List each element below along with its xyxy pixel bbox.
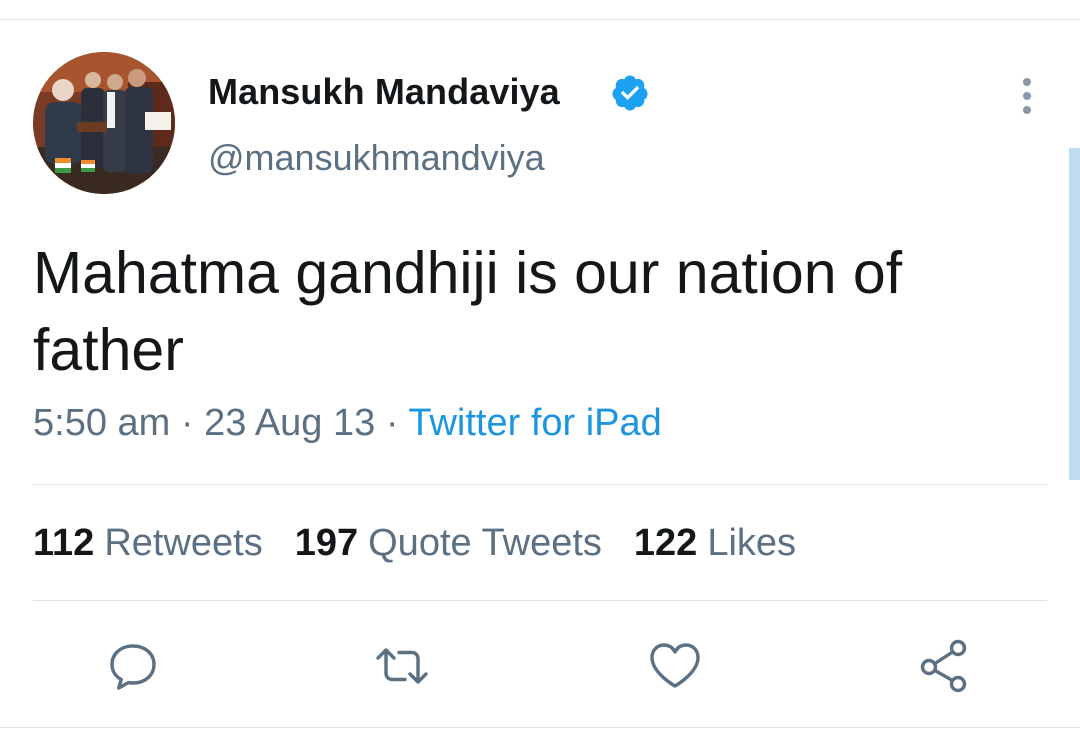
more-vertical-icon[interactable] (1010, 74, 1044, 118)
tweet-time[interactable]: 5:50 am (33, 402, 170, 444)
meta-separator: · (180, 402, 194, 444)
reply-icon[interactable] (103, 636, 163, 696)
quote-tweets-label: Quote Tweets (368, 522, 602, 564)
retweet-icon[interactable] (372, 636, 432, 696)
quote-tweets-count: 197 (294, 522, 359, 564)
top-divider (0, 19, 1080, 20)
share-icon[interactable] (914, 636, 974, 696)
verified-badge-icon (612, 75, 648, 111)
retweets-stat[interactable]: 112 Retweets (33, 522, 263, 565)
stats-divider (33, 600, 1047, 601)
avatar[interactable] (33, 52, 175, 194)
display-name[interactable]: Mansukh Mandaviya (208, 71, 560, 113)
bottom-divider (0, 727, 1080, 728)
retweets-label: Retweets (104, 522, 263, 564)
scrollbar[interactable] (1069, 148, 1080, 480)
engagement-stats: 112 Retweets 197 Quote Tweets 122 Likes (33, 522, 796, 565)
tweet-source-link[interactable]: Twitter for iPad (408, 402, 661, 444)
tweet-meta: 5:50 am · 23 Aug 13 · Twitter for iPad (33, 402, 662, 445)
retweets-count: 112 (33, 522, 95, 564)
tweet-date[interactable]: 23 Aug 13 (204, 402, 375, 444)
likes-label: Likes (707, 522, 797, 564)
meta-divider (33, 484, 1047, 485)
handle[interactable]: @mansukhmandviya (208, 137, 545, 179)
likes-stat[interactable]: 122 Likes (634, 522, 796, 565)
heart-icon[interactable] (645, 636, 705, 696)
likes-count: 122 (633, 522, 698, 564)
tweet-text: Mahatma gandhiji is our nation of father (33, 240, 903, 383)
quote-tweets-stat[interactable]: 197 Quote Tweets (295, 522, 602, 565)
meta-separator: · (385, 402, 399, 444)
